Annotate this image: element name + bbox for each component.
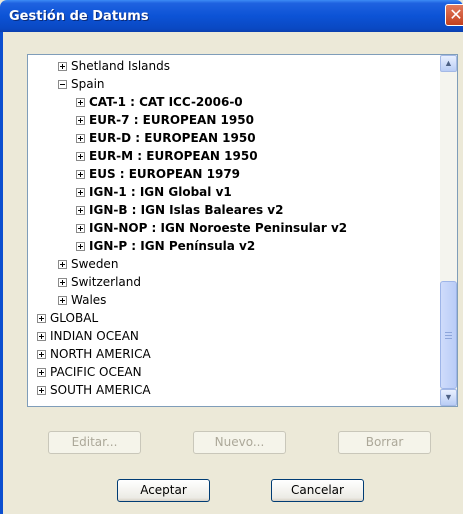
scroll-down-button[interactable]: ▼ — [440, 389, 457, 406]
edit-button[interactable]: Editar... — [48, 431, 141, 454]
scroll-up-button[interactable]: ▲ — [440, 55, 457, 72]
accept-button[interactable]: Aceptar — [117, 479, 210, 502]
delete-button[interactable]: Borrar — [338, 431, 431, 454]
cancel-button[interactable]: Cancelar — [271, 479, 364, 502]
expand-icon[interactable] — [58, 62, 67, 71]
expand-icon[interactable] — [76, 134, 85, 143]
title-bar[interactable]: Gestión de Datums ✕ — [0, 0, 463, 32]
chevron-up-icon: ▲ — [444, 58, 453, 68]
grip-line — [445, 332, 452, 333]
window-frame-left — [0, 32, 3, 514]
expand-icon[interactable] — [76, 224, 85, 233]
window-title: Gestión de Datums — [9, 9, 149, 24]
expand-icon[interactable] — [58, 278, 67, 287]
scrollbar-thumb[interactable] — [440, 281, 457, 389]
close-button[interactable]: ✕ — [445, 4, 463, 26]
grip-line — [445, 338, 452, 339]
collapse-icon[interactable] — [58, 80, 67, 89]
expand-icon[interactable] — [76, 152, 85, 161]
expand-icon[interactable] — [37, 386, 46, 395]
expand-icon[interactable] — [58, 260, 67, 269]
expand-icon[interactable] — [76, 170, 85, 179]
expand-icon[interactable] — [37, 332, 46, 341]
expand-icon[interactable] — [76, 98, 85, 107]
expand-icon[interactable] — [58, 296, 67, 305]
expand-icon[interactable] — [37, 314, 46, 323]
expand-icon[interactable] — [76, 188, 85, 197]
expand-icon[interactable] — [76, 242, 85, 251]
grip-line — [445, 335, 452, 336]
expand-icon[interactable] — [76, 206, 85, 215]
expand-icon[interactable] — [37, 368, 46, 377]
expand-icon[interactable] — [37, 350, 46, 359]
vertical-scrollbar[interactable]: ▲ ▼ — [440, 55, 457, 406]
expand-icon[interactable] — [76, 116, 85, 125]
datum-tree[interactable]: Shetland Islands Spain CAT-1 : CAT ICC-2… — [27, 54, 458, 407]
new-button[interactable]: Nuevo... — [193, 431, 286, 454]
chevron-down-icon: ▼ — [444, 392, 453, 402]
